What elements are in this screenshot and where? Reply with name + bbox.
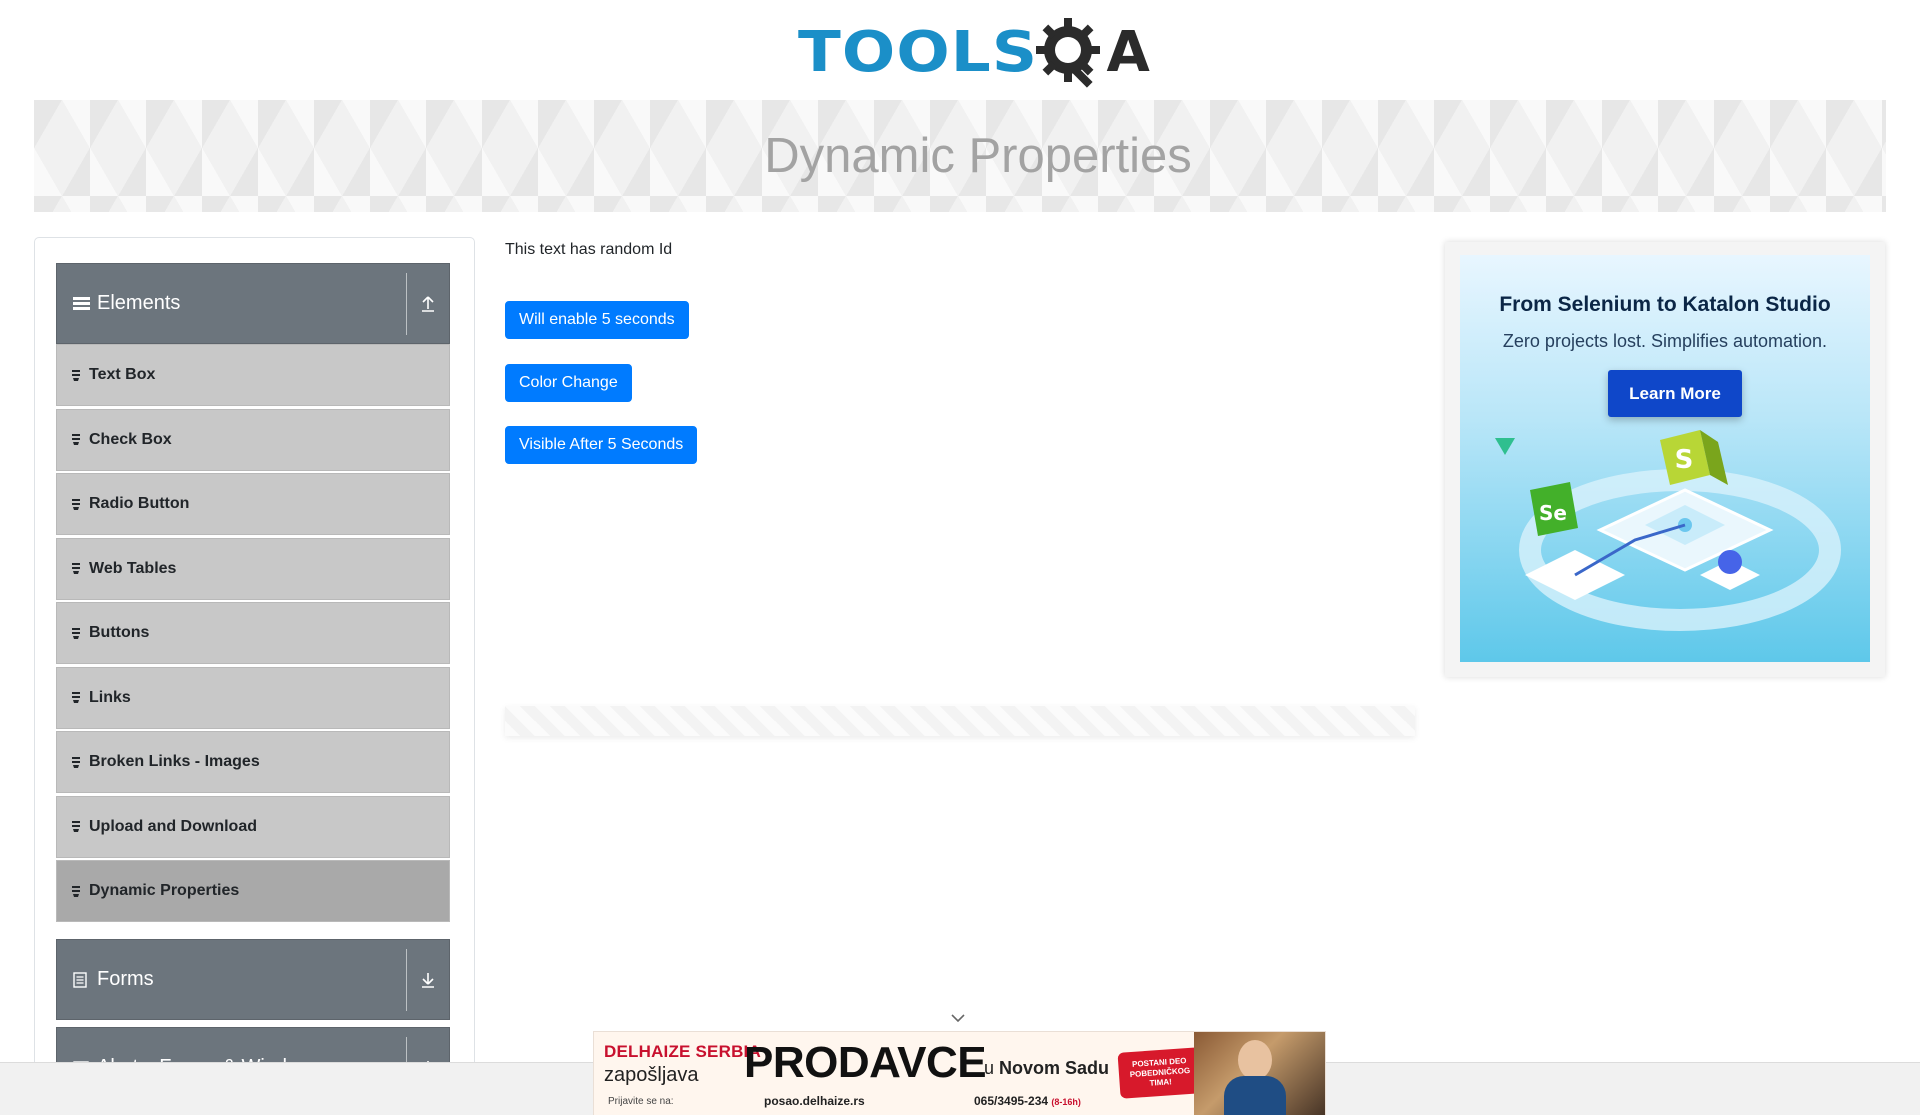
menu-item-icon [72, 756, 80, 768]
menu-item-icon [72, 369, 80, 381]
ad-subtitle: Zero projects lost. Simplifies automatio… [1502, 331, 1828, 351]
menu-item-icon [72, 627, 80, 639]
sidebar-item-check-box[interactable]: Check Box [56, 408, 450, 471]
sidebar-group-label: Forms [97, 968, 154, 990]
sidebar-item-label: Upload and Download [89, 817, 257, 835]
sidebar-item-label: Radio Button [89, 495, 190, 512]
sidebar-item-label: Check Box [89, 430, 172, 448]
ad-badge: POSTANI DEO POBEDNIČKOG TIMA! [1117, 1047, 1203, 1099]
ad-photo [1194, 1032, 1325, 1115]
side-ad-frame: From Selenium to Katalon Studio Zero pro… [1445, 242, 1885, 677]
sidebar-item-upload-download[interactable]: Upload and Download [56, 795, 450, 858]
visible-after-button[interactable]: Visible After 5 Seconds [505, 426, 698, 464]
form-icon [73, 971, 91, 988]
menu-item-icon [72, 821, 80, 832]
learn-more-button[interactable]: Learn More [1608, 370, 1742, 417]
color-change-button[interactable]: Color Change [505, 364, 632, 402]
sidebar-item-web-tables[interactable]: Web Tables [56, 537, 450, 600]
menu-item-icon [72, 498, 80, 510]
hamburger-icon [73, 296, 91, 311]
gear-magnifier-icon [1036, 18, 1101, 88]
enable-after-button[interactable]: Will enable 5 seconds [505, 301, 689, 339]
page-banner: Dynamic Properties [34, 100, 1886, 212]
ad-site: posao.delhaize.rs [764, 1094, 865, 1108]
sidebar-item-dynamic-properties[interactable]: Dynamic Properties [56, 860, 450, 922]
menu-item-icon [72, 563, 80, 574]
logo-text-tools: TOOLS [798, 19, 1039, 85]
logo-text-a: A [1106, 19, 1150, 85]
sidebar-item-broken-links[interactable]: Broken Links - Images [56, 731, 450, 793]
svg-text:S: S [1675, 445, 1694, 475]
ad-headline: PRODAVCE [744, 1038, 987, 1087]
ad-title: From Selenium to Katalon Studio [1499, 293, 1831, 316]
svg-text:Se: Se [1539, 501, 1567, 525]
menu-item-icon [72, 885, 80, 897]
ad-brand: DELHAIZE SERBIA [604, 1042, 761, 1061]
sidebar-item-label: Web Tables [89, 559, 177, 577]
chevron-down-icon[interactable] [950, 1012, 966, 1024]
sidebar-item-buttons[interactable]: Buttons [56, 602, 450, 664]
sidebar-item-label: Text Box [89, 366, 156, 383]
bottom-banner-ad[interactable]: DELHAIZE SERBIA zapošljava Prijavite se … [593, 1031, 1326, 1115]
page: TOOLS A Dynamic Properties Elements Text… [0, 0, 1920, 1115]
toolsqa-logo[interactable]: TOOLS A [798, 14, 1150, 90]
decorative-strip [505, 706, 1415, 736]
elements-menu: Text Box Check Box Radio Button Web Tabl… [56, 344, 450, 925]
sidebar-group-elements[interactable]: Elements [56, 263, 450, 344]
sidebar-item-label: Broken Links - Images [89, 753, 260, 770]
side-ad[interactable]: From Selenium to Katalon Studio Zero pro… [1460, 255, 1870, 662]
selenium-badge: Se [1530, 482, 1578, 536]
sidebar-item-label: Dynamic Properties [89, 882, 240, 899]
sidebar-group-forms[interactable]: Forms [56, 939, 450, 1020]
sidebar-item-label: Buttons [89, 624, 150, 641]
ad-brand-sub: zapošljava [604, 1064, 699, 1086]
page-title: Dynamic Properties [764, 129, 1192, 183]
menu-item-icon [72, 434, 80, 445]
ad-city: u Novom Sadu [984, 1058, 1110, 1078]
sidebar-item-text-box[interactable]: Text Box [56, 344, 450, 406]
isometric-illustration: S Se [1495, 430, 1841, 631]
expand-down-icon[interactable] [407, 971, 449, 989]
menu-item-icon [72, 692, 80, 703]
sidebar: Elements Text Box Check Box Radio Button [34, 237, 475, 1115]
ad-apply-text: Prijavite se na: [608, 1096, 674, 1107]
sidebar-item-radio-button[interactable]: Radio Button [56, 473, 450, 535]
sidebar-group-label: Elements [97, 292, 181, 314]
random-id-text: This text has random Id [505, 241, 673, 258]
ad-phone: 065/3495-234 (8-16h) [974, 1094, 1081, 1108]
sidebar-item-links[interactable]: Links [56, 666, 450, 729]
collapse-up-icon[interactable] [407, 295, 449, 313]
sidebar-item-label: Links [89, 688, 131, 706]
katalon-badge: S [1660, 430, 1728, 485]
